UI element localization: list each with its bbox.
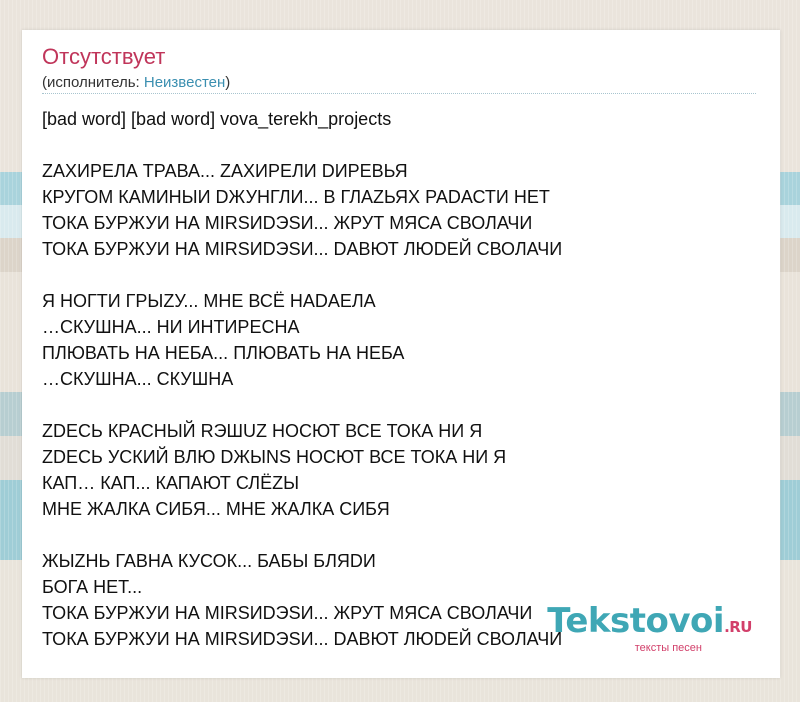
lyric-line: ZАХИРЕЛА ТРАВА... ZАХИРЕЛИ DИРЕВЬЯ [42,161,408,181]
lyric-line: ТОКА БУРЖУИ НА MIRSИDЭSИ... DАВЮТ ЛЮDЕЙ … [42,239,563,259]
logo-tld: .RU [724,618,752,636]
title-divider [42,93,756,94]
stanza-gap [42,522,756,548]
artist-prefix: (исполнитель: [42,74,144,91]
lyric-line: ТОКА БУРЖУИ НА MIRSИDЭSИ... ЖРУТ МЯСА СВ… [42,213,533,233]
logo-name: Tekstovoi [547,601,725,641]
lyric-line: ZDЕСЬ КРАСНЫЙ RЭШUZ НОСЮТ ВСЕ ТОКА НИ Я [42,421,483,441]
artist-line: (исполнитель: Неизвестен) [42,74,230,91]
lyric-line: ZDЕСЬ УСКИЙ ВЛЮ DЖЫNS НОСЮТ ВСЕ ТОКА НИ … [42,447,507,467]
song-title: Отсутствует [42,44,166,69]
site-logo[interactable]: Tekstovoi.RU тексты песен [547,604,752,654]
lyrics-text: [bad word] [bad word] vova_terekh_projec… [42,106,756,652]
lyric-line: Я НОГТИ ГРЫZУ... МНЕ ВСЁ НАDАЕЛА [42,291,376,311]
artist-suffix: ) [225,74,231,91]
lyric-line: МНЕ ЖАЛКА СИБЯ... МНЕ ЖАЛКА СИБЯ [42,499,390,519]
stanza-gap [42,392,756,418]
lyric-line: КАП… КАП... КАПАЮТ СЛЁZЫ [42,473,300,493]
stanza-gap [42,262,756,288]
song-card: Отсутствует (исполнитель: Неизвестен) [b… [22,30,780,678]
stanza-gap [42,132,756,158]
lyric-line: КРУГОМ КАМИНЫИ DЖУНГЛИ... В ГЛАZЬЯХ РАDА… [42,187,550,207]
lyric-line: ПЛЮВАТЬ НА НЕБА... ПЛЮВАТЬ НА НЕБА [42,343,405,363]
lyric-line: БОГА НЕТ... [42,577,143,597]
artist-link[interactable]: Неизвестен [144,74,225,91]
logo-wordmark: Tekstovoi.RU [547,604,752,644]
lyric-line: …СКУШНА... СКУШНА [42,369,234,389]
lyric-line: …СКУШНА... НИ ИНТИРЕСНА [42,317,300,337]
lyric-line: ЖЫZНЬ ГАВНА КУСОК... БАБЫ БЛЯDИ [42,551,376,571]
lyrics-header: [bad word] [bad word] vova_terekh_projec… [42,109,392,129]
